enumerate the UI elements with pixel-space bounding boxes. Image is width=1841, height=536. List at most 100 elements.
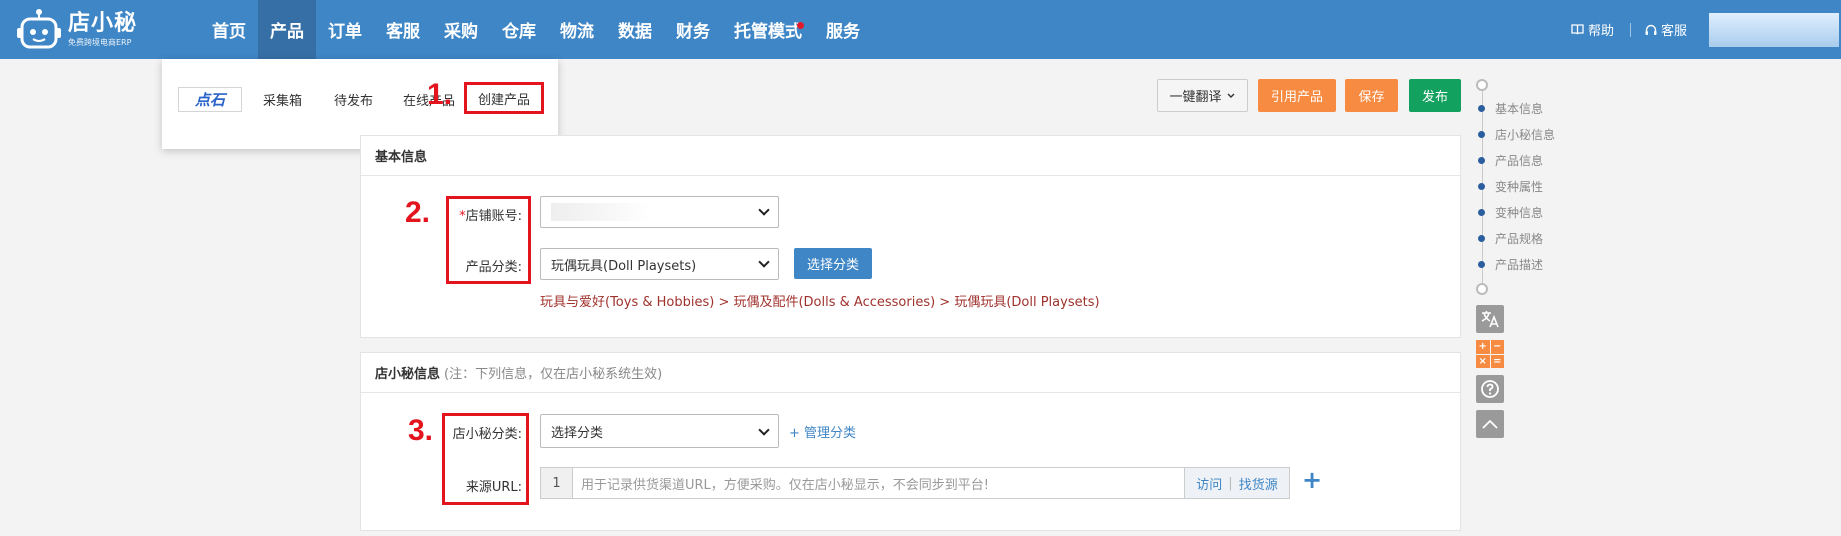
logo-tagline: 免费跨境电商ERP <box>68 38 132 47</box>
minus-icon: − <box>1490 340 1504 354</box>
publish-button[interactable]: 发布 <box>1409 79 1461 112</box>
headset-icon <box>1645 24 1657 35</box>
top-navbar: 店小秘 免费跨境电商ERP 首页 产品 订单 客服 采购 仓库 物流 数据 财务… <box>0 0 1841 59</box>
service-label: 客服 <box>1660 24 1687 39</box>
service-link[interactable]: 客服 <box>1645 20 1687 39</box>
redacted-account <box>551 203 651 221</box>
annotation-step-1: 1. <box>427 78 453 111</box>
dianshi-logo[interactable]: 点石 <box>178 87 242 112</box>
anchor-basic-info[interactable]: 基本信息 <box>1478 100 1543 117</box>
logo-name: 店小秘 <box>68 11 138 36</box>
main-nav: 首页 产品 订单 客服 采购 仓库 物流 数据 财务 托管模式 服务 <box>200 0 872 59</box>
dxm-category-select[interactable]: 选择分类 <box>540 414 779 448</box>
store-account-label-text: 店铺账号: <box>465 209 522 224</box>
choose-category-button[interactable]: 选择分类 <box>794 248 872 279</box>
anchor-dot <box>1478 209 1485 216</box>
anchor-label: 店小秘信息 <box>1495 128 1556 142</box>
chevron-down-icon <box>1227 93 1234 98</box>
translate-tool-button[interactable] <box>1476 305 1504 333</box>
app-logo[interactable]: 店小秘 免费跨境电商ERP <box>16 8 137 52</box>
menu-pending-publish[interactable]: 待发布 <box>334 90 373 109</box>
chevron-up-icon <box>1482 419 1498 429</box>
calculator-tool-button[interactable]: + − × = <box>1476 340 1504 368</box>
source-url-field: 1 用于记录供货渠道URL，方便采购。仅在店小秘显示，不会同步到平台! 访问 |… <box>540 467 1290 499</box>
nav-services[interactable]: 服务 <box>814 0 872 59</box>
help-link[interactable]: 帮助 <box>1571 20 1614 39</box>
menu-create-product[interactable]: 创建产品 <box>464 82 544 114</box>
help-tool-button[interactable] <box>1476 375 1504 403</box>
back-to-top-button[interactable] <box>1476 410 1504 438</box>
anchor-label: 产品规格 <box>1495 232 1544 246</box>
nav-home[interactable]: 首页 <box>200 0 258 59</box>
dxm-info-header: 店小秘信息 (注：下列信息，仅在店小秘系统生效) <box>361 353 1460 393</box>
cite-product-button[interactable]: 引用产品 <box>1258 79 1336 112</box>
anchor-variant-attributes[interactable]: 变种属性 <box>1478 178 1543 195</box>
top-right-actions: 帮助 客服 <box>1571 0 1841 59</box>
book-icon <box>1571 24 1584 35</box>
add-url-button[interactable]: + <box>1302 466 1322 494</box>
anchor-label: 基本信息 <box>1495 102 1544 116</box>
question-icon <box>1481 380 1499 398</box>
store-account-label: *店铺账号: <box>459 209 522 224</box>
divider: | <box>1228 475 1233 491</box>
anchor-top-ring <box>1476 79 1488 91</box>
dxm-category-value: 选择分类 <box>551 425 604 441</box>
nav-hosting-mode[interactable]: 托管模式 <box>722 0 814 59</box>
notification-dot <box>797 22 804 29</box>
annotation-step-2: 2. <box>405 196 431 229</box>
annotation-step-3: 3. <box>408 414 434 447</box>
nav-logistics[interactable]: 物流 <box>548 0 606 59</box>
anchor-dot <box>1478 261 1485 268</box>
anchor-dot <box>1478 105 1485 112</box>
nav-data[interactable]: 数据 <box>606 0 664 59</box>
anchor-dot <box>1478 235 1485 242</box>
find-source-link[interactable]: 找货源 <box>1239 474 1278 493</box>
help-label: 帮助 <box>1587 24 1614 39</box>
anchor-label: 变种信息 <box>1495 206 1544 220</box>
chevron-down-icon <box>758 204 770 216</box>
product-category-value: 玩偶玩具(Doll Playsets) <box>551 258 697 274</box>
chevron-down-icon <box>758 424 770 436</box>
anchor-product-info[interactable]: 产品信息 <box>1478 152 1543 169</box>
anchor-label: 变种属性 <box>1495 180 1544 194</box>
source-url-input[interactable]: 用于记录供货渠道URL，方便采购。仅在店小秘显示，不会同步到平台! <box>573 468 1184 498</box>
anchor-dot <box>1478 183 1485 190</box>
dxm-info-title: 店小秘信息 <box>375 367 441 382</box>
save-button[interactable]: 保存 <box>1345 79 1398 112</box>
user-account-area[interactable] <box>1709 12 1839 47</box>
manage-category-link[interactable]: + 管理分类 <box>789 422 856 441</box>
nav-purchase[interactable]: 采购 <box>432 0 490 59</box>
translate-label: 一键翻译 <box>1169 90 1222 105</box>
anchor-dxm-info[interactable]: 店小秘信息 <box>1478 126 1555 143</box>
nav-finance[interactable]: 财务 <box>664 0 722 59</box>
nav-products[interactable]: 产品 <box>258 0 316 59</box>
anchor-product-specs[interactable]: 产品规格 <box>1478 230 1543 247</box>
product-category-select[interactable]: 玩偶玩具(Doll Playsets) <box>540 248 779 280</box>
store-account-select[interactable] <box>540 196 779 228</box>
menu-collection-box[interactable]: 采集箱 <box>263 90 302 109</box>
anchor-label: 产品信息 <box>1495 154 1544 168</box>
anchor-bottom-ring <box>1476 283 1488 295</box>
chevron-down-icon <box>758 256 770 268</box>
nav-customer-service[interactable]: 客服 <box>374 0 432 59</box>
source-url-label: 来源URL: <box>465 480 522 495</box>
basic-info-title: 基本信息 <box>361 136 1460 176</box>
url-index: 1 <box>541 468 573 498</box>
translate-icon <box>1481 311 1499 328</box>
anchor-product-description[interactable]: 产品描述 <box>1478 256 1543 273</box>
plus-icon: + <box>1476 340 1490 354</box>
anchor-dot <box>1478 131 1485 138</box>
anchor-variant-info[interactable]: 变种信息 <box>1478 204 1543 221</box>
robot-logo-icon <box>17 9 61 49</box>
times-icon: × <box>1476 354 1490 368</box>
nav-orders[interactable]: 订单 <box>316 0 374 59</box>
dxm-info-note: (注：下列信息，仅在店小秘系统生效) <box>444 367 663 382</box>
anchor-label: 产品描述 <box>1495 258 1544 272</box>
nav-warehouse[interactable]: 仓库 <box>490 0 548 59</box>
category-path: 玩具与爱好(Toys & Hobbies) > 玩偶及配件(Dolls & Ac… <box>540 295 1100 310</box>
equals-icon: = <box>1490 354 1504 368</box>
one-click-translate-button[interactable]: 一键翻译 <box>1157 79 1248 112</box>
url-actions: 访问 | 找货源 <box>1184 468 1289 498</box>
visit-link[interactable]: 访问 <box>1196 474 1222 493</box>
anchor-dot <box>1478 157 1485 164</box>
